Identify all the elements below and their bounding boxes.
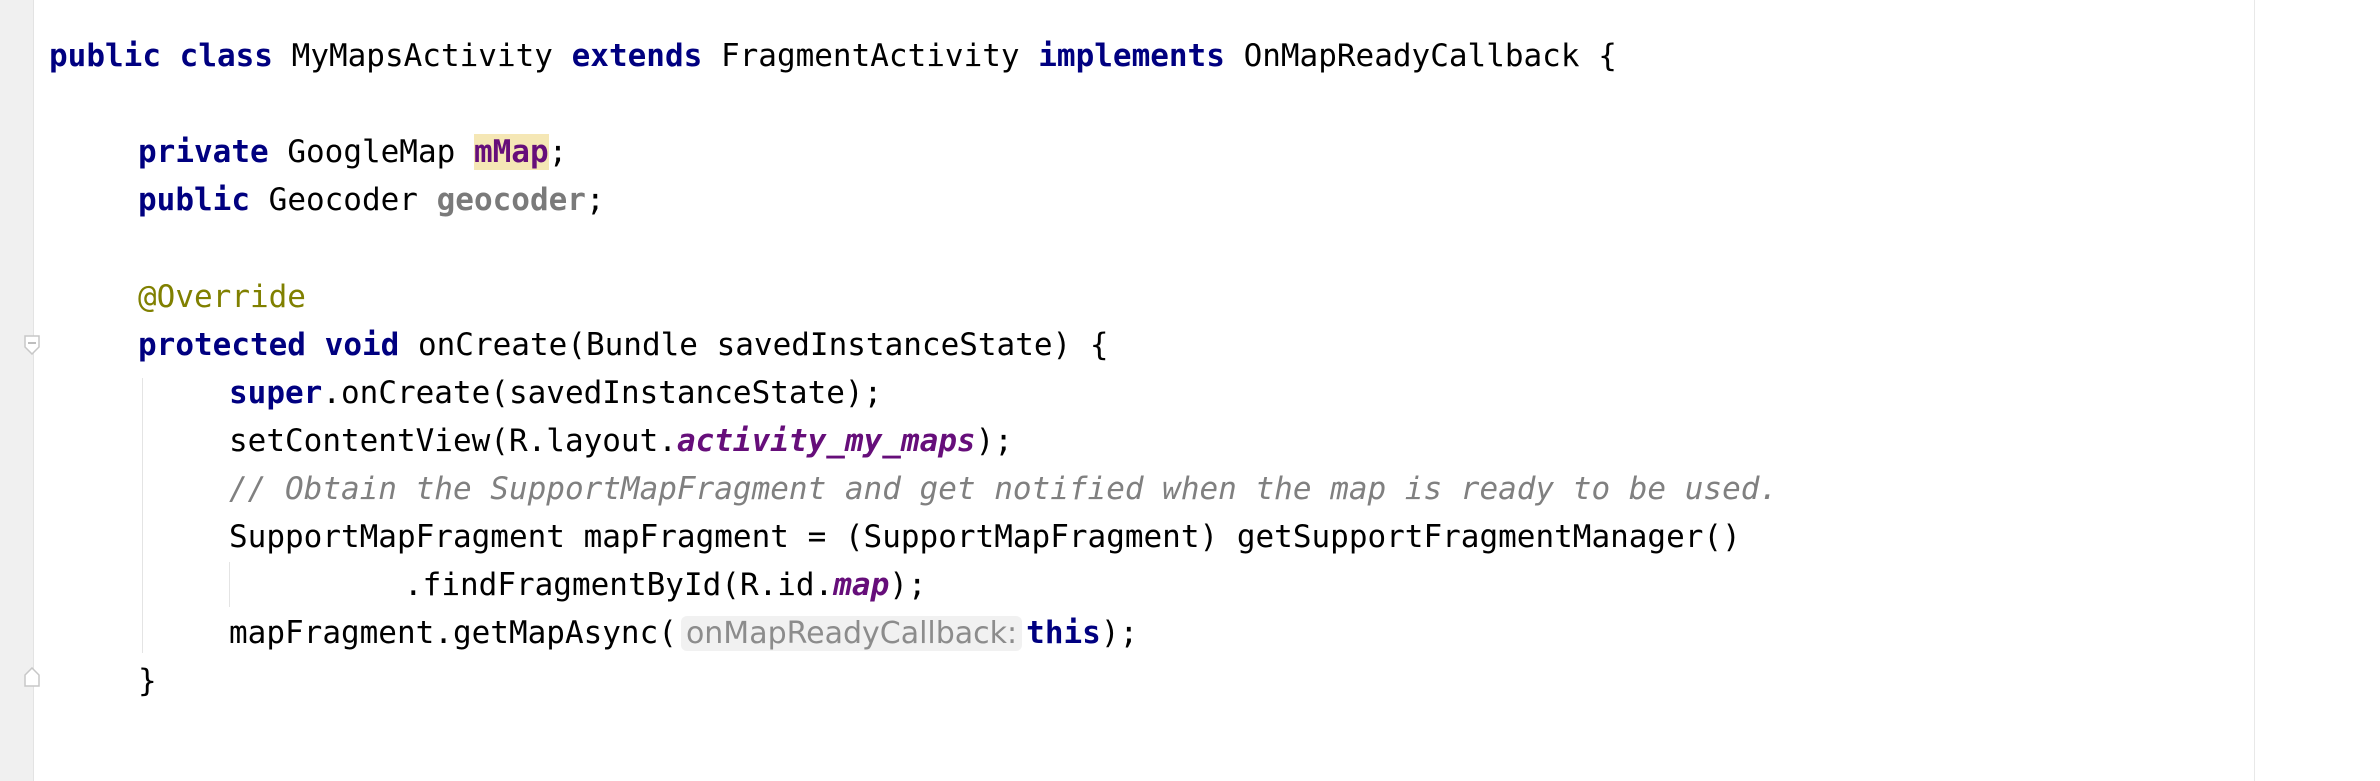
indent-guide [142,378,143,653]
method-call: mapFragment.getMapAsync( [229,615,677,651]
semicolon: ; [585,182,605,218]
type-name: Geocoder [268,182,418,218]
closing-paren: ); [889,567,927,603]
annotation: @Override [138,279,306,315]
static-field: map [833,567,890,603]
keyword: class [179,38,273,74]
statement: SupportMapFragment mapFragment = (Suppor… [229,519,1741,555]
closing-paren: ); [975,423,1013,459]
keyword: public [49,38,161,74]
method-call: .onCreate(savedInstanceState); [322,375,883,411]
fold-end-icon[interactable] [22,667,42,687]
keyword: this [1026,615,1101,651]
keyword: public [138,182,250,218]
method-call: .findFragmentById(R.id. [404,567,834,603]
keyword: extends [571,38,703,74]
code-line-super-call[interactable]: super.onCreate(savedInstanceState); [229,369,882,417]
code-area[interactable]: public class MyMapsActivity extends Frag… [49,0,2380,781]
code-line-field-mmap[interactable]: private GoogleMap mMap; [138,128,567,176]
code-line-comment[interactable]: // Obtain the SupportMapFragment and get… [229,465,1778,513]
type-name: GoogleMap [287,134,456,170]
code-line-map-fragment[interactable]: SupportMapFragment mapFragment = (Suppor… [229,513,1741,561]
keyword: private [138,134,269,170]
code-line-class-declaration[interactable]: public class MyMapsActivity extends Frag… [49,32,1617,80]
keyword: super [229,375,323,411]
code-line-annotation[interactable]: @Override [138,273,306,321]
interface-name: OnMapReadyCallback [1243,38,1580,74]
code-line-set-content-view[interactable]: setContentView(R.layout.activity_my_maps… [229,417,1013,465]
class-name: MyMapsActivity [291,38,553,74]
method-signature: onCreate(Bundle savedInstanceState) { [417,327,1109,363]
code-line-method-declaration[interactable]: protected void onCreate(Bundle savedInst… [138,321,1109,369]
code-editor[interactable]: public class MyMapsActivity extends Frag… [0,0,2380,781]
parent-class: FragmentActivity [720,38,1020,74]
code-line-field-geocoder[interactable]: public Geocoder geocoder; [138,176,605,224]
keyword: implements [1038,38,1225,74]
unused-field-name: geocoder [436,182,586,218]
method-call: setContentView(R.layout. [229,423,677,459]
closing-paren: ); [1100,615,1139,651]
semicolon: ; [548,134,568,170]
parameter-hint: onMapReadyCallback: [680,616,1023,651]
keyword: void [324,327,400,363]
keyword: protected [138,327,306,363]
comment: // Obtain the SupportMapFragment and get… [229,471,1779,507]
editor-gutter[interactable] [0,0,34,781]
brace: } [138,663,157,699]
fold-collapse-icon[interactable] [22,335,42,355]
code-line-find-fragment[interactable]: .findFragmentById(R.id.map); [404,561,927,609]
code-line-closing-brace[interactable]: } [138,657,157,705]
brace: { [1598,38,1617,74]
field-name-highlighted: mMap [473,134,549,170]
static-field: activity_my_maps [676,423,976,459]
code-line-get-map-async[interactable]: mapFragment.getMapAsync(onMapReadyCallba… [229,609,1138,657]
indent-guide [229,562,230,607]
